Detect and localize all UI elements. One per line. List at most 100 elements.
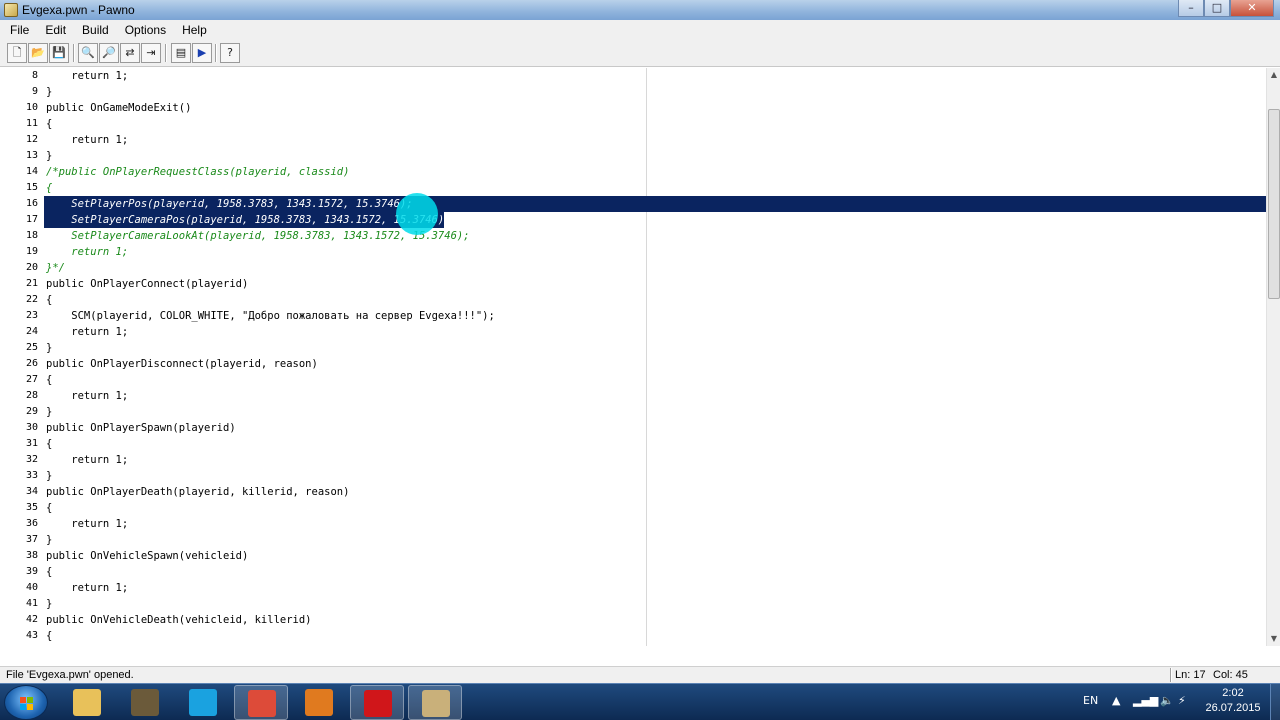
code-line[interactable]: 24 return 1; bbox=[0, 324, 1266, 340]
line-number: 24 bbox=[25, 326, 38, 337]
code-line[interactable]: 42 public OnVehicleDeath(vehicleid, kille… bbox=[0, 612, 1266, 628]
clock-date: 26.07.2015 bbox=[1205, 702, 1261, 714]
help-button[interactable]: ? bbox=[220, 43, 240, 63]
compile-run-button[interactable]: ▶ bbox=[192, 43, 212, 63]
code-text: { bbox=[46, 374, 53, 386]
gta-sa-icon bbox=[131, 689, 159, 716]
open-file-button[interactable]: 📂 bbox=[28, 43, 48, 63]
code-text: /*public OnPlayerRequestClass(playerid, … bbox=[46, 166, 350, 178]
language-indicator[interactable]: EN bbox=[1083, 694, 1098, 707]
code-line[interactable]: 15 { bbox=[0, 180, 1266, 196]
code-line[interactable]: 22 { bbox=[0, 292, 1266, 308]
code-line[interactable]: 40 return 1; bbox=[0, 580, 1266, 596]
code-line[interactable]: 43 { bbox=[0, 628, 1266, 644]
code-line[interactable]: 19 return 1; bbox=[0, 244, 1266, 260]
code-line[interactable]: 41} bbox=[0, 596, 1266, 612]
start-button[interactable] bbox=[4, 685, 48, 720]
code-line[interactable]: 21 public OnPlayerConnect(playerid) bbox=[0, 276, 1266, 292]
taskbar: EN ▲ ▂▄▆ 🔈 ⚡ 2:02 26.07.2015 bbox=[0, 683, 1280, 720]
close-button[interactable]: ✕ bbox=[1230, 0, 1274, 17]
code-line[interactable]: 33} bbox=[0, 468, 1266, 484]
minimize-button[interactable]: – bbox=[1178, 0, 1204, 17]
code-line[interactable]: 16 SetPlayerPos(playerid, 1958.3783, 134… bbox=[0, 196, 1266, 212]
goto-line-button[interactable]: ⇥ bbox=[141, 43, 161, 63]
line-number: 30 bbox=[25, 422, 38, 433]
taskbar-app-button[interactable] bbox=[408, 685, 462, 720]
find-next-button[interactable]: 🔎 bbox=[99, 43, 119, 63]
code-line[interactable]: 32 return 1; bbox=[0, 452, 1266, 468]
taskbar-app-button[interactable] bbox=[292, 685, 346, 720]
taskbar-app-button[interactable] bbox=[176, 685, 230, 720]
line-number: 43 bbox=[25, 630, 38, 641]
function-list-button[interactable]: ▤ bbox=[171, 43, 191, 63]
network-icon[interactable]: ▂▄▆ bbox=[1133, 694, 1158, 707]
line-number: 20 bbox=[25, 262, 38, 273]
code-text: public OnPlayerConnect(playerid) bbox=[46, 278, 249, 290]
status-message: File 'Evgexa.pwn' opened. bbox=[6, 669, 134, 681]
code-line[interactable]: 39 { bbox=[0, 564, 1266, 580]
menu-file[interactable]: File bbox=[0, 20, 37, 40]
maximize-button[interactable]: □ bbox=[1204, 0, 1230, 17]
power-icon[interactable]: ⚡ bbox=[1178, 694, 1186, 707]
vertical-scrollbar[interactable]: ▲ ▼ bbox=[1266, 68, 1280, 646]
code-line[interactable]: 37} bbox=[0, 532, 1266, 548]
line-number: 23 bbox=[25, 310, 38, 321]
code-line[interactable]: 10 public OnGameModeExit() bbox=[0, 100, 1266, 116]
find-icon: 🔍 bbox=[81, 46, 95, 59]
menu-options[interactable]: Options bbox=[117, 20, 174, 40]
replace-button[interactable]: ⇄ bbox=[120, 43, 140, 63]
clock-time: 2:02 bbox=[1222, 687, 1244, 699]
code-text: return 1; bbox=[46, 582, 129, 594]
code-line[interactable]: 20}*/ bbox=[0, 260, 1266, 276]
code-line[interactable]: 30 public OnPlayerSpawn(playerid) bbox=[0, 420, 1266, 436]
menu-build[interactable]: Build bbox=[74, 20, 117, 40]
find-button[interactable]: 🔍 bbox=[78, 43, 98, 63]
menu-edit[interactable]: Edit bbox=[37, 20, 74, 40]
code-text: public OnGameModeExit() bbox=[46, 102, 192, 114]
code-line[interactable]: 36 return 1; bbox=[0, 516, 1266, 532]
code-line[interactable]: 26 public OnPlayerDisconnect(playerid, re… bbox=[0, 356, 1266, 372]
taskbar-app-button[interactable] bbox=[234, 685, 288, 720]
code-line[interactable]: 34 public OnPlayerDeath(playerid, killeri… bbox=[0, 484, 1266, 500]
save-button[interactable]: 💾 bbox=[49, 43, 69, 63]
scroll-thumb[interactable] bbox=[1268, 109, 1280, 299]
code-line[interactable]: 35 { bbox=[0, 500, 1266, 516]
volume-icon[interactable]: 🔈 bbox=[1160, 694, 1174, 707]
help-icon: ? bbox=[227, 46, 233, 59]
line-number: 26 bbox=[25, 358, 38, 369]
code-line[interactable]: 23 SCM(playerid, COLOR_WHITE, "Добро пож… bbox=[0, 308, 1266, 324]
menu-help[interactable]: Help bbox=[174, 20, 215, 40]
taskbar-app-button[interactable] bbox=[118, 685, 172, 720]
code-line[interactable]: 13} bbox=[0, 148, 1266, 164]
code-line[interactable]: 38 public OnVehicleSpawn(vehicleid) bbox=[0, 548, 1266, 564]
scroll-down-icon[interactable]: ▼ bbox=[1268, 632, 1280, 646]
code-text: { bbox=[46, 438, 53, 450]
new-file-button[interactable]: 🗋 bbox=[7, 43, 27, 63]
code-line[interactable]: 8 return 1; bbox=[0, 68, 1266, 84]
line-number: 42 bbox=[25, 614, 38, 625]
code-line[interactable]: 14 /*public OnPlayerRequestClass(playerid… bbox=[0, 164, 1266, 180]
show-hidden-icons-icon[interactable]: ▲ bbox=[1112, 694, 1120, 707]
code-line[interactable]: 17 SetPlayerCameraPos(playerid, 1958.378… bbox=[0, 212, 1266, 228]
code-line[interactable]: 18 SetPlayerCameraLookAt(playerid, 1958.… bbox=[0, 228, 1266, 244]
scroll-up-icon[interactable]: ▲ bbox=[1268, 68, 1280, 82]
taskbar-app-button[interactable] bbox=[350, 685, 404, 720]
code-line[interactable]: 28 return 1; bbox=[0, 388, 1266, 404]
show-desktop-button[interactable] bbox=[1270, 684, 1280, 720]
code-line[interactable]: 11 { bbox=[0, 116, 1266, 132]
clock[interactable]: 2:02 26.07.2015 bbox=[1198, 686, 1268, 716]
code-text: { bbox=[46, 294, 53, 306]
code-line[interactable]: 12 return 1; bbox=[0, 132, 1266, 148]
taskbar-app-button[interactable] bbox=[60, 685, 114, 720]
code-line[interactable]: 9} bbox=[0, 84, 1266, 100]
compile-run-icon: ▶ bbox=[197, 46, 207, 59]
code-editor[interactable]: 8 return 1; 9} 10 public OnGameModeExit() 11… bbox=[0, 68, 1280, 646]
line-number: 40 bbox=[25, 582, 38, 593]
code-line[interactable]: 25} bbox=[0, 340, 1266, 356]
code-line[interactable]: 31 { bbox=[0, 436, 1266, 452]
save-icon: 💾 bbox=[52, 46, 66, 59]
code-line[interactable]: 29} bbox=[0, 404, 1266, 420]
code-text: return 1; bbox=[46, 326, 129, 338]
code-text: } bbox=[46, 406, 53, 418]
code-line[interactable]: 27 { bbox=[0, 372, 1266, 388]
